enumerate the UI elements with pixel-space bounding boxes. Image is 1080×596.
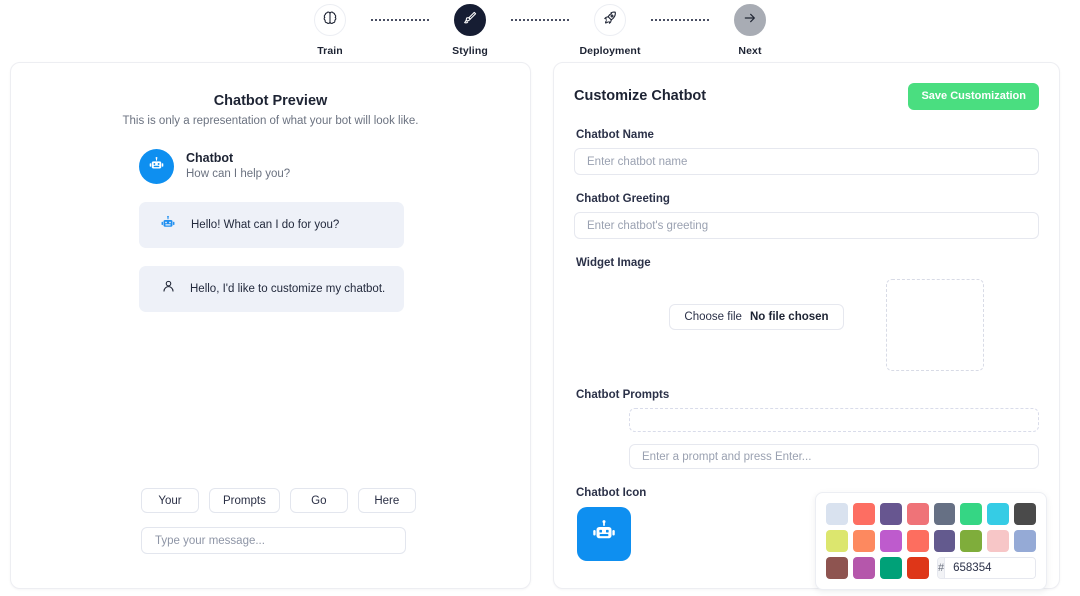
stepper-connector-3: [651, 4, 709, 36]
chatbot-name-label: Chatbot Name: [576, 129, 654, 141]
message-text: Hello, I'd like to customize my chatbot.: [190, 283, 386, 295]
prompt-chips-container[interactable]: [629, 408, 1039, 432]
robot-icon: [159, 214, 177, 237]
color-swatch[interactable]: [906, 530, 929, 552]
quick-prompt-button-2[interactable]: Prompts: [209, 488, 280, 513]
color-swatch[interactable]: [879, 530, 902, 552]
step-styling-circle[interactable]: [454, 4, 486, 36]
chatbot-icon-row: #: [574, 492, 1047, 590]
chatbot-greeting-input[interactable]: [574, 212, 1039, 239]
color-swatch[interactable]: [906, 503, 929, 525]
robot-icon: [147, 155, 166, 179]
paintbrush-icon: [462, 10, 478, 31]
progress-stepper: Train Styling Deployment Next: [0, 0, 1080, 62]
preview-bot-greeting: How can I help you?: [186, 168, 291, 181]
panels-container: Chatbot Preview This is only a represent…: [0, 62, 1080, 590]
rocket-icon: [602, 10, 618, 31]
hex-color-input[interactable]: [945, 558, 1035, 578]
color-swatch[interactable]: [933, 530, 956, 552]
step-train-circle[interactable]: [314, 4, 346, 36]
chatbot-icon-tile[interactable]: [577, 507, 631, 561]
prompt-input[interactable]: [629, 444, 1039, 469]
color-swatch[interactable]: [960, 530, 983, 552]
customize-title: Customize Chatbot: [574, 88, 707, 104]
step-styling[interactable]: Styling: [429, 4, 511, 57]
preview-bot-header: Chatbot How can I help you?: [139, 149, 530, 184]
customize-chatbot-panel: Customize Chatbot Save Customization Cha…: [553, 62, 1060, 590]
color-swatch[interactable]: [987, 503, 1010, 525]
color-swatch[interactable]: [879, 503, 902, 525]
hash-icon: #: [938, 558, 946, 578]
customize-header: Customize Chatbot Save Customization: [574, 81, 1039, 111]
widget-image-row: Choose file No file chosen: [574, 279, 1039, 371]
color-swatch[interactable]: [853, 557, 875, 579]
color-swatch-grid: [826, 503, 1036, 552]
stepper-connector-1: [371, 4, 429, 36]
widget-image-label: Widget Image: [576, 257, 651, 269]
step-train-label: Train: [317, 45, 343, 57]
color-swatch[interactable]: [826, 503, 848, 525]
page-title: Chatbot Preview: [213, 93, 328, 109]
color-swatch[interactable]: [933, 503, 956, 525]
preview-message-list: Hello! What can I do for you? Hello, I'd…: [139, 202, 404, 312]
color-swatch[interactable]: [852, 503, 875, 525]
save-customization-button[interactable]: Save Customization: [908, 82, 1039, 110]
choose-file-label: Choose file: [684, 311, 742, 323]
step-deployment-label: Deployment: [579, 45, 641, 57]
no-file-chosen-label: No file chosen: [749, 311, 829, 323]
color-swatch[interactable]: [852, 530, 875, 552]
step-next-circle[interactable]: [734, 4, 766, 36]
chatbot-prompts-wrap: [574, 408, 1039, 469]
quick-prompt-button-4[interactable]: Here: [357, 488, 416, 513]
preview-subtitle: This is only a representation of what yo…: [122, 115, 419, 127]
step-next[interactable]: Next: [709, 4, 791, 57]
color-swatch[interactable]: [907, 557, 929, 579]
chatbot-prompts-label: Chatbot Prompts: [576, 389, 670, 401]
robot-icon: [589, 517, 619, 552]
step-deployment[interactable]: Deployment: [569, 4, 651, 57]
color-swatch[interactable]: [826, 530, 848, 552]
message-input[interactable]: [141, 527, 406, 554]
color-swatch[interactable]: [1014, 530, 1036, 552]
color-swatch[interactable]: [826, 557, 848, 579]
color-swatch-row-3: #: [826, 557, 1036, 579]
message-text: Hello! What can I do for you?: [191, 219, 340, 231]
color-swatch[interactable]: [960, 503, 983, 525]
step-deployment-circle[interactable]: [594, 4, 626, 36]
quick-prompt-button-1[interactable]: Your: [141, 488, 199, 513]
chatbot-name-input[interactable]: [574, 148, 1039, 175]
widget-image-file-input[interactable]: Choose file No file chosen: [669, 304, 844, 330]
color-swatch[interactable]: [1014, 503, 1036, 525]
color-swatch[interactable]: [987, 530, 1010, 552]
arrow-right-icon: [742, 10, 758, 31]
color-swatch[interactable]: [880, 557, 902, 579]
chatbot-preview-panel: Chatbot Preview This is only a represent…: [10, 62, 531, 589]
widget-image-preview-dropzone[interactable]: [885, 279, 984, 371]
color-picker[interactable]: #: [815, 492, 1047, 590]
list-item: Hello, I'd like to customize my chatbot.: [139, 266, 404, 312]
hex-color-field[interactable]: #: [937, 557, 1036, 579]
step-next-label: Next: [738, 45, 762, 57]
avatar: [139, 149, 174, 184]
quick-prompt-button-3[interactable]: Go: [289, 488, 348, 513]
chatbot-greeting-label: Chatbot Greeting: [576, 193, 670, 205]
step-train[interactable]: Train: [289, 4, 371, 57]
step-styling-label: Styling: [452, 45, 488, 57]
user-icon: [159, 279, 176, 299]
brain-icon: [322, 10, 338, 31]
quick-prompt-row: Your Prompts Go Here: [141, 488, 416, 513]
preview-bot-name: Chatbot: [186, 151, 234, 166]
stepper-connector-2: [511, 4, 569, 36]
list-item: Hello! What can I do for you?: [139, 202, 404, 248]
